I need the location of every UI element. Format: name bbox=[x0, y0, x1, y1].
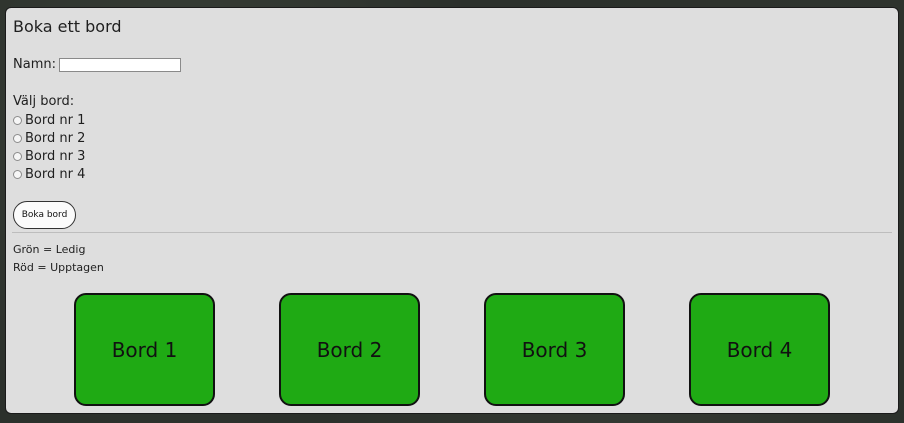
book-table-button[interactable]: Boka bord bbox=[13, 201, 76, 229]
page-title: Boka ett bord bbox=[13, 17, 122, 36]
table-4[interactable]: Bord 4 bbox=[689, 293, 830, 406]
name-input[interactable] bbox=[58, 57, 181, 72]
legend-occupied: Röd = Upptagen bbox=[13, 261, 104, 274]
table-3[interactable]: Bord 3 bbox=[484, 293, 625, 406]
name-label: Namn: bbox=[13, 57, 56, 72]
table-map: Bord 1 Bord 2 Bord 3 Bord 4 bbox=[74, 293, 832, 408]
radio-option-table-2[interactable]: Bord nr 2 bbox=[13, 129, 85, 147]
radio-label[interactable]: Bord nr 4 bbox=[25, 167, 85, 182]
divider bbox=[12, 232, 892, 233]
table-radio-group: Bord nr 1 Bord nr 2 Bord nr 3 Bord nr 4 bbox=[13, 111, 85, 183]
radio-button[interactable] bbox=[13, 133, 22, 143]
table-1[interactable]: Bord 1 bbox=[74, 293, 215, 406]
radio-label[interactable]: Bord nr 2 bbox=[25, 131, 85, 146]
choose-table-label: Välj bord: bbox=[13, 94, 75, 109]
radio-button[interactable] bbox=[13, 169, 22, 179]
booking-panel: Boka ett bord Namn: Välj bord: Bord nr 1… bbox=[5, 7, 899, 414]
table-2[interactable]: Bord 2 bbox=[279, 293, 420, 406]
name-row: Namn: bbox=[13, 57, 181, 72]
radio-button[interactable] bbox=[13, 151, 22, 161]
status-legend: Grön = Ledig Röd = Upptagen bbox=[13, 241, 104, 277]
radio-label[interactable]: Bord nr 3 bbox=[25, 149, 85, 164]
radio-option-table-3[interactable]: Bord nr 3 bbox=[13, 147, 85, 165]
legend-free: Grön = Ledig bbox=[13, 243, 86, 256]
radio-label[interactable]: Bord nr 1 bbox=[25, 113, 85, 128]
radio-option-table-4[interactable]: Bord nr 4 bbox=[13, 165, 85, 183]
radio-button[interactable] bbox=[13, 115, 22, 125]
radio-option-table-1[interactable]: Bord nr 1 bbox=[13, 111, 85, 129]
